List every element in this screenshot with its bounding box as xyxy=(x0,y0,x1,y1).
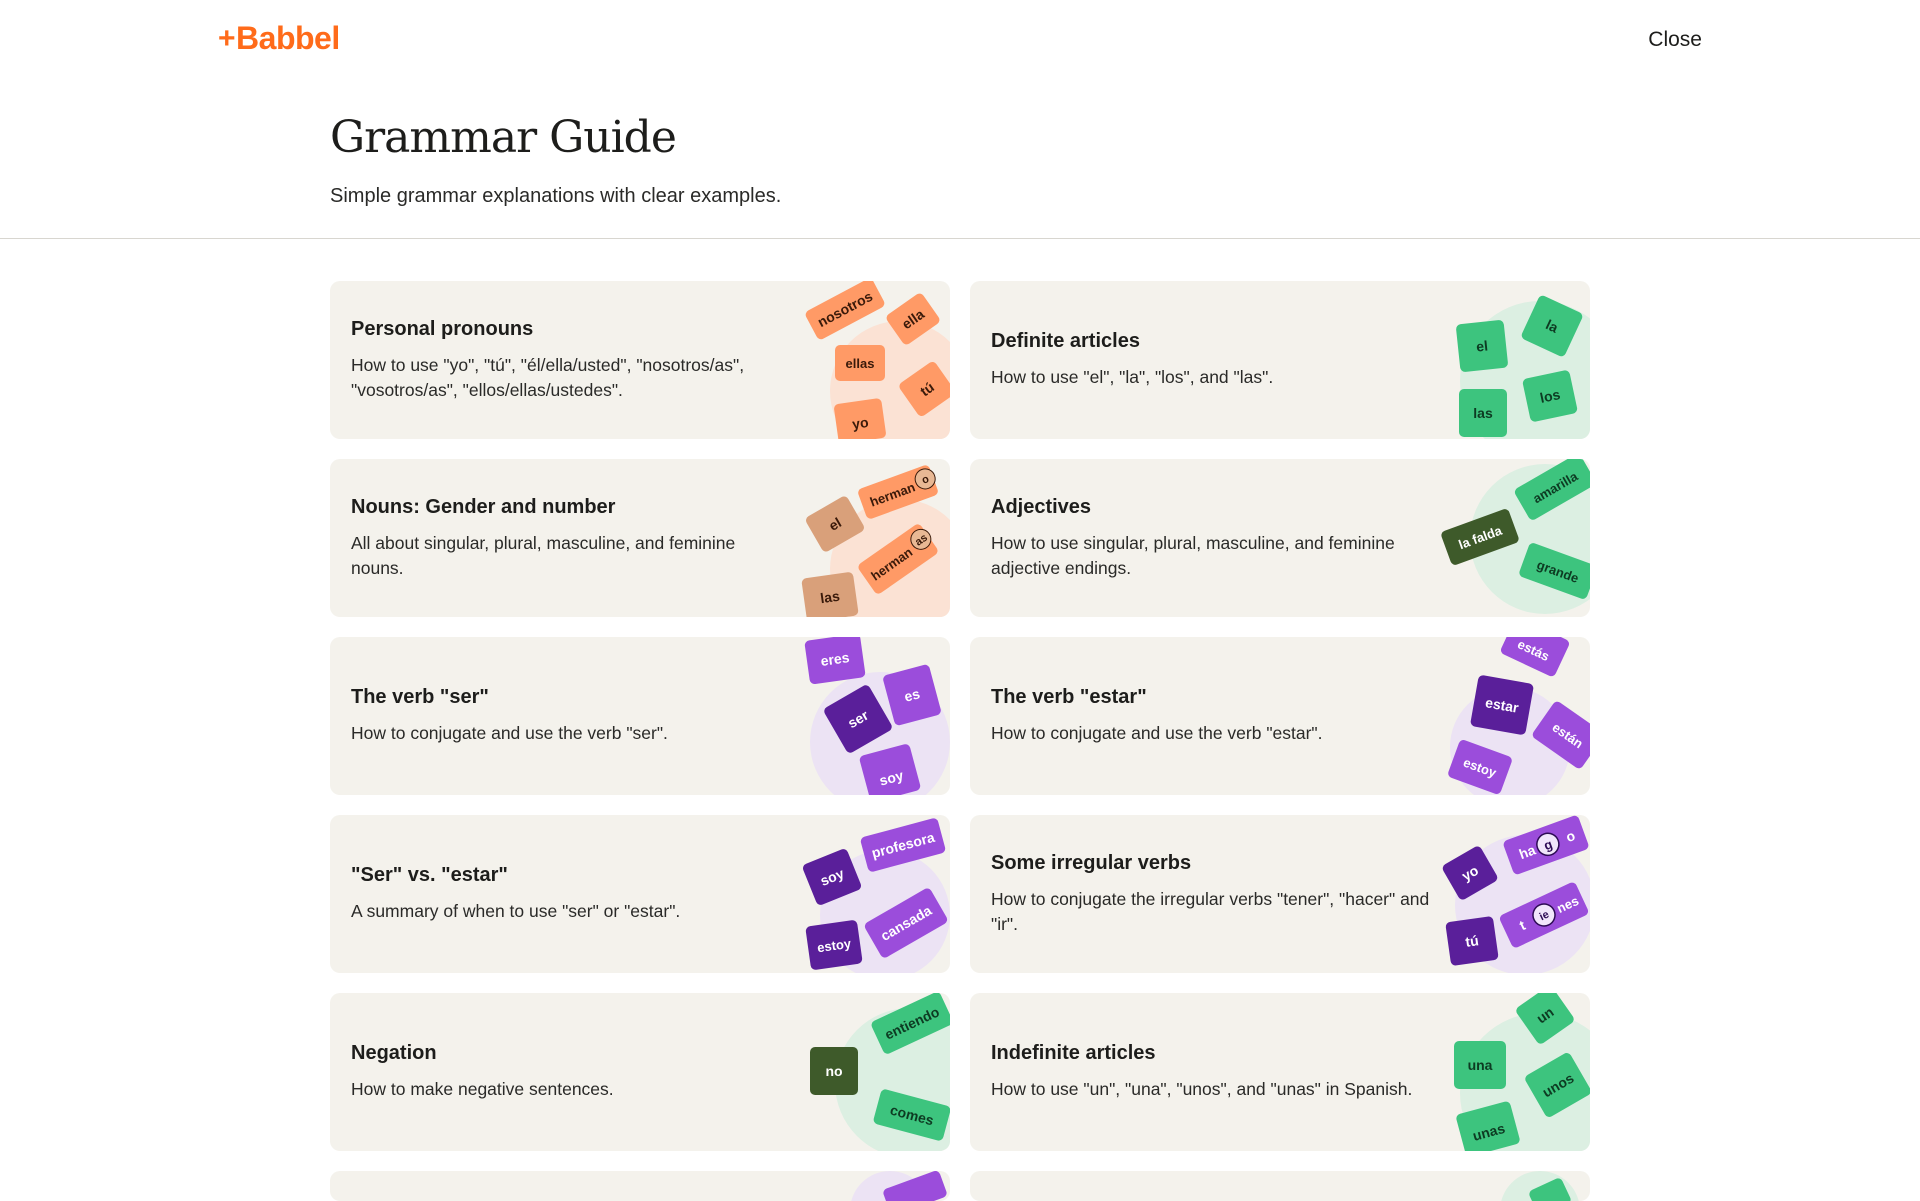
puzzle-tile-label: el xyxy=(1475,337,1488,354)
card-description: How to conjugate and use the verb "ser". xyxy=(351,723,668,743)
puzzle-illustration: el la los las xyxy=(1456,295,1590,439)
puzzle-illustration xyxy=(1501,1171,1579,1201)
close-button[interactable]: Close xyxy=(1648,28,1702,52)
card-text: Definite articles How to use "el", "la",… xyxy=(991,281,1431,439)
card-definite-articles[interactable]: Definite articles How to use "el", "la",… xyxy=(970,281,1590,439)
babbel-logo[interactable]: + Babbel xyxy=(218,20,340,57)
puzzle-tile-label: tú xyxy=(1464,932,1479,950)
card-ser-vs-estar[interactable]: "Ser" vs. "estar" A summary of when to u… xyxy=(330,815,950,973)
top-bar: + Babbel Close xyxy=(0,0,1920,80)
card-text: Adjectives How to use singular, plural, … xyxy=(991,459,1431,617)
card-text: The verb "estar" How to conjugate and us… xyxy=(991,637,1431,795)
puzzle-illustration: un una unos unas xyxy=(1454,993,1590,1151)
card-title: Adjectives xyxy=(991,495,1092,518)
card-description: A summary of when to use "ser" or "estar… xyxy=(351,901,681,921)
card-title: Indefinite articles xyxy=(991,1042,1156,1064)
card-title: The verb "estar" xyxy=(991,686,1147,708)
card-description: How to use singular, plural, masculine, … xyxy=(991,532,1395,578)
card-description: How to use "un", "una", "unos", and "una… xyxy=(991,1079,1413,1099)
puzzle-illustration: la falda amarilla grande xyxy=(1441,459,1590,614)
card-description: How to make negative sentences. xyxy=(351,1079,614,1099)
puzzle-illustration: no entiendo comes xyxy=(810,993,950,1151)
puzzle-illustration xyxy=(851,1171,947,1201)
card-title: "Ser" vs. "estar" xyxy=(351,864,508,886)
card-text: Indefinite articles How to use "un", "un… xyxy=(991,993,1431,1151)
card-title: Personal pronouns xyxy=(351,317,534,340)
card-negation[interactable]: Negation How to make negative sentences.… xyxy=(330,993,950,1151)
card-description: How to use "yo", "tú", "él/ella/usted", … xyxy=(351,354,745,400)
puzzle-illustration: eres es ser soy xyxy=(804,637,950,795)
card-description: How to conjugate the irregular verbs "te… xyxy=(991,888,1430,934)
card-title: Some irregular verbs xyxy=(991,851,1192,874)
card-nouns-gender-number[interactable]: Nouns: Gender and number All about singu… xyxy=(330,459,950,617)
card-irregular-verbs[interactable]: Some irregular verbs How to conjugate th… xyxy=(970,815,1590,973)
card-description: All about singular, plural, masculine, a… xyxy=(351,532,736,578)
card-partial-right[interactable] xyxy=(970,1171,1590,1201)
card-adjectives[interactable]: Adjectives How to use singular, plural, … xyxy=(970,459,1590,617)
puzzle-tile-label: yo xyxy=(851,414,869,432)
puzzle-tile-label: las xyxy=(1473,405,1493,421)
card-title: Nouns: Gender and number xyxy=(351,495,616,518)
grammar-card-grid: Personal pronouns How to use "yo", "tú",… xyxy=(330,281,1590,1201)
puzzle-tile-label: ellas xyxy=(846,356,875,371)
page-subtitle: Simple grammar explanations with clear e… xyxy=(330,185,782,207)
card-indefinite-articles[interactable]: Indefinite articles How to use "un", "un… xyxy=(970,993,1590,1151)
puzzle-tile-label: no xyxy=(825,1063,842,1079)
divider xyxy=(0,238,1920,239)
puzzle-tile-label: las xyxy=(819,588,841,607)
card-title: Definite articles xyxy=(991,330,1140,352)
puzzle-illustration: soy profesora estoy cansada xyxy=(803,818,950,973)
card-personal-pronouns[interactable]: Personal pronouns How to use "yo", "tú",… xyxy=(330,281,950,439)
card-text: Some irregular verbs How to conjugate th… xyxy=(991,815,1431,973)
logo-text: Babbel xyxy=(236,20,340,56)
card-text: Personal pronouns How to use "yo", "tú",… xyxy=(351,281,791,439)
hero-section: Grammar Guide Simple grammar explanation… xyxy=(330,112,781,208)
puzzle-tile-label: una xyxy=(1468,1057,1493,1073)
puzzle-illustration: el herman o hermanas las xyxy=(801,465,950,617)
card-verb-ser[interactable]: The verb "ser" How to conjugate and use … xyxy=(330,637,950,795)
logo-plus: + xyxy=(218,21,236,55)
card-description: How to conjugate and use the verb "estar… xyxy=(991,723,1323,743)
card-title: The verb "ser" xyxy=(351,686,489,708)
puzzle-illustration: nosotros ella ellas tú yo xyxy=(805,281,950,439)
card-verb-estar[interactable]: The verb "estar" How to conjugate and us… xyxy=(970,637,1590,795)
page-title: Grammar Guide xyxy=(330,112,677,163)
card-text: Nouns: Gender and number All about singu… xyxy=(351,459,791,617)
card-text: "Ser" vs. "estar" A summary of when to u… xyxy=(351,815,791,973)
puzzle-illustration: yo ha g o tú tie nes xyxy=(1442,815,1590,973)
card-description: How to use "el", "la", "los", and "las". xyxy=(991,367,1274,387)
puzzle-illustration: estás estar están estoy xyxy=(1448,637,1590,795)
card-partial-left[interactable] xyxy=(330,1171,950,1201)
card-text: The verb "ser" How to conjugate and use … xyxy=(351,637,791,795)
card-text: Negation How to make negative sentences. xyxy=(351,993,791,1151)
card-title: Negation xyxy=(351,1042,437,1064)
